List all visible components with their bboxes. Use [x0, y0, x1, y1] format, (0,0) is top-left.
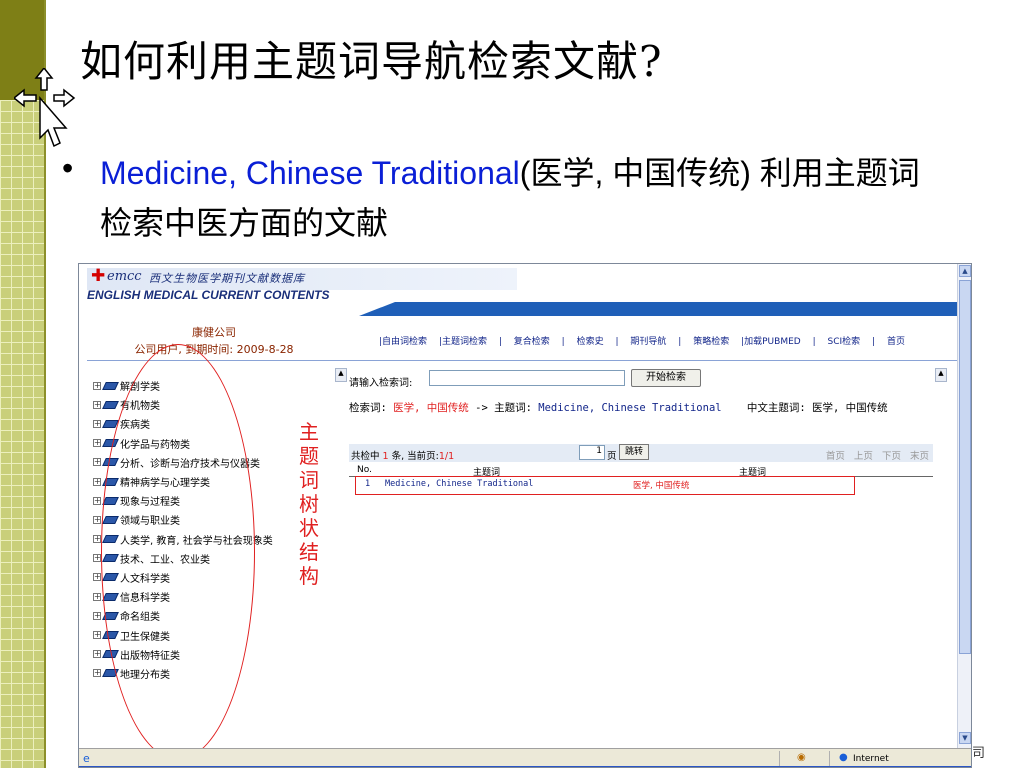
expand-icon[interactable]: + — [93, 477, 101, 486]
left-decor-grid — [0, 100, 44, 768]
results-bar: 共检中 1 条, 当前页:1/1 1 页 跳转 首页 上页 下页 末页 — [349, 444, 933, 462]
frame-scroll-up-icon[interactable]: ▲ — [335, 368, 347, 382]
move-cursor-icon — [14, 68, 76, 148]
nav-journals[interactable]: 期刊导航 — [630, 337, 666, 347]
user-expiry: 公司用户, 到期时间: 2009-8-28 — [134, 343, 294, 356]
expand-icon[interactable]: + — [93, 669, 101, 678]
vertical-scrollbar[interactable]: ▲ ▼ — [957, 264, 971, 748]
annotation-ellipse — [101, 344, 255, 760]
expand-icon[interactable]: + — [93, 535, 101, 544]
col-no: No. — [357, 465, 372, 475]
globe-icon: ● — [839, 752, 848, 763]
count-pre: 共检中 — [351, 451, 380, 462]
nav-sep: | — [678, 337, 682, 347]
expand-icon[interactable]: + — [93, 573, 101, 582]
expand-icon[interactable]: + — [93, 439, 101, 448]
top-nav: |自由词检索 |主题词检索 | 复合检索 | 检索史 | 期刊导航 | 策略检索… — [379, 334, 914, 347]
scroll-up-icon[interactable]: ▲ — [959, 265, 971, 277]
start-search-button[interactable]: 开始检索 — [631, 369, 701, 387]
nav-sep: | — [561, 337, 565, 347]
nav-history[interactable]: 检索史 — [577, 337, 604, 347]
pager-first[interactable]: 首页 — [826, 451, 845, 462]
expand-icon[interactable]: + — [93, 611, 101, 620]
status-zone: Internet — [853, 754, 889, 764]
page-number-input[interactable]: 1 — [579, 445, 605, 460]
pager-next[interactable]: 下页 — [882, 451, 901, 462]
query-terms: 医学, 中国传统 — [393, 402, 469, 414]
divider — [87, 360, 957, 361]
status-bar: e ◉ ● Internet — [79, 748, 971, 767]
site-banner: ✚ emcc 西文生物医学期刊文献数据库 ENGLISH MEDICAL CUR… — [79, 264, 959, 316]
page-icon: e — [83, 752, 90, 765]
page-unit: 页 — [607, 451, 617, 462]
annotation-vertical-label: 主题词树状结构 — [299, 420, 319, 588]
annotation-row-box — [355, 476, 855, 495]
expand-icon[interactable]: + — [93, 458, 101, 467]
red-cross-logo-icon: ✚ — [91, 266, 106, 286]
jump-button[interactable]: 跳转 — [619, 444, 649, 460]
user-org: 康健公司 — [192, 326, 236, 339]
nav-free-search[interactable]: |自由词检索 — [379, 337, 427, 347]
status-separator — [829, 751, 830, 767]
slide-title: 如何利用主题词导航检索文献? — [80, 37, 663, 86]
count-value: 1 — [382, 451, 389, 462]
bullet-text: Medicine, Chinese Traditional(医学, 中国传统) … — [100, 148, 940, 248]
expand-icon[interactable]: + — [93, 381, 101, 390]
expand-icon[interactable]: + — [93, 419, 101, 428]
scroll-down-icon[interactable]: ▼ — [959, 732, 971, 744]
expand-icon[interactable]: + — [93, 400, 101, 409]
logo-cn: 西文生物医学期刊文献数据库 — [149, 272, 305, 285]
expand-icon[interactable]: + — [93, 631, 101, 640]
book-icon — [102, 381, 119, 390]
nav-compound-search[interactable]: 复合检索 — [514, 337, 550, 347]
scroll-thumb[interactable] — [959, 280, 971, 654]
count-page: 1/1 — [438, 451, 455, 462]
search-label: 请输入检索词: — [349, 378, 413, 389]
nav-home[interactable]: 首页 — [887, 337, 905, 347]
bullet-heading-en: Medicine, Chinese Traditional — [100, 155, 520, 191]
book-icon — [102, 400, 119, 409]
result-count-text: 共检中 1 条, 当前页:1/1 — [351, 448, 454, 462]
search-input[interactable] — [429, 370, 625, 386]
count-mid: 条, 当前页: — [391, 451, 439, 462]
nav-sci-search[interactable]: SCI检索 — [828, 337, 861, 347]
query-arrow: -> 主题词: — [475, 402, 532, 414]
bullet-marker: • — [62, 150, 74, 186]
expand-icon[interactable]: + — [93, 496, 101, 505]
expand-icon[interactable]: + — [93, 650, 101, 659]
nav-heading-search[interactable]: |主题词检索 — [439, 337, 487, 347]
banner-swoosh — [359, 302, 959, 316]
security-icon: ◉ — [797, 752, 806, 763]
nav-sep: | — [498, 337, 502, 347]
query-heading: Medicine, Chinese Traditional — [538, 402, 722, 414]
expand-icon[interactable]: + — [93, 515, 101, 524]
query-cn-label: 中文主题词: 医学, 中国传统 — [746, 402, 888, 414]
nav-strategy-search[interactable]: 策略检索 — [693, 337, 729, 347]
expand-icon[interactable]: + — [93, 554, 101, 563]
pager-last[interactable]: 末页 — [910, 451, 929, 462]
pager: 首页 上页 下页 末页 — [820, 448, 929, 462]
nav-sep: | — [812, 337, 816, 347]
frame-scroll-up-icon-right[interactable]: ▲ — [935, 368, 947, 382]
status-separator — [779, 751, 780, 767]
nav-sep: | — [615, 337, 619, 347]
expand-icon[interactable]: + — [93, 592, 101, 601]
nav-pubmed[interactable]: |加载PUBMED — [741, 337, 801, 347]
corner-fragment: 司 — [972, 746, 986, 761]
browser-screenshot: ✚ emcc 西文生物医学期刊文献数据库 ENGLISH MEDICAL CUR… — [78, 263, 972, 768]
nav-sep: | — [872, 337, 876, 347]
pager-prev[interactable]: 上页 — [854, 451, 873, 462]
query-line: 检索词: 医学, 中国传统 -> 主题词: Medicine, Chinese … — [349, 402, 939, 415]
logo-mark: emcc — [107, 269, 142, 284]
user-info: 康健公司 公司用户, 到期时间: 2009-8-28 — [89, 324, 339, 360]
query-prefix: 检索词: — [349, 402, 387, 414]
banner-en-title: ENGLISH MEDICAL CURRENT CONTENTS — [87, 288, 330, 302]
